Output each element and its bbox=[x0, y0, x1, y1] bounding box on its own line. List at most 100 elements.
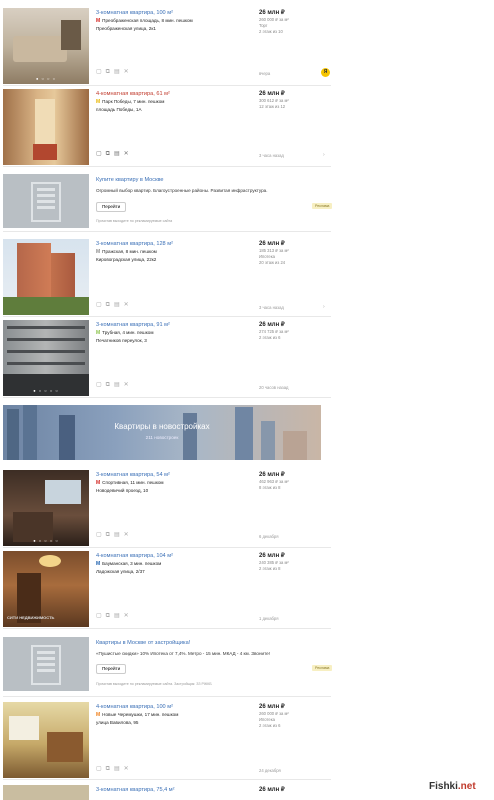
listing-price: 26 млн ₽ bbox=[259, 10, 285, 16]
listing-photo[interactable]: ● ○ ○ ○ bbox=[3, 8, 89, 84]
ad-description: Огромный выбор квартир. Благоустроенные … bbox=[96, 188, 268, 193]
listing-metro: Пражская, 8 мин. пешком bbox=[102, 249, 157, 254]
listing-card[interactable]: 3-комнатная квартира, 75,4 м² 26 млн ₽ bbox=[3, 783, 331, 800]
bookmark-icon[interactable]: ▢ bbox=[96, 613, 106, 619]
listing-address: Преображенская улица, 2к1 bbox=[96, 26, 156, 31]
hide-icon[interactable]: ✕ bbox=[124, 69, 133, 75]
listing-actions: ▢⧉▤✕ bbox=[96, 765, 156, 773]
ad-go-button[interactable]: Перейти bbox=[96, 202, 127, 212]
listing-card[interactable]: 4-комнатная квартира, 100 м² M Новые Чере… bbox=[3, 700, 331, 780]
compare-icon[interactable]: ⧉ bbox=[106, 532, 114, 538]
hide-icon[interactable]: ✕ bbox=[124, 382, 133, 388]
compare-icon[interactable]: ⧉ bbox=[106, 302, 114, 308]
ad-go-button[interactable]: Перейти bbox=[96, 664, 127, 674]
hide-icon[interactable]: ✕ bbox=[124, 532, 133, 538]
listing-card[interactable]: 4-комнатная квартира, 61 м² M Парк Победы… bbox=[3, 87, 331, 167]
listing-metro: Новые Черемушки, 17 мин. пешком bbox=[102, 712, 179, 717]
compare-icon[interactable]: ⧉ bbox=[106, 151, 114, 157]
listing-time: 3 часа назад bbox=[259, 153, 284, 158]
bookmark-icon[interactable]: ▢ bbox=[96, 382, 106, 388]
listing-floor: 2 этаж из 10 bbox=[259, 29, 283, 34]
compare-icon[interactable]: ⧉ bbox=[106, 69, 114, 75]
ad-block[interactable]: Квартиры в Москве от застройщика! «Пушис… bbox=[3, 635, 333, 697]
ad-title[interactable]: Квартиры в Москве от застройщика! bbox=[96, 639, 190, 647]
listing-title[interactable]: 3-комнатная квартира, 100 м² bbox=[96, 9, 246, 17]
listing-photo[interactable] bbox=[3, 702, 89, 778]
listing-card[interactable]: ● ○ ○ ○ ○ 3-комнатная квартира, 54 м² MС… bbox=[3, 468, 331, 548]
listing-title[interactable]: 4-комнатная квартира, 61 м² bbox=[96, 90, 246, 98]
listing-address: Новодевичий проезд, 10 bbox=[96, 488, 149, 493]
listing-card[interactable]: СИТИ НЕДВИЖИМОСТЬ 4-комнатная квартира, … bbox=[3, 549, 331, 629]
compare-icon[interactable]: ⧉ bbox=[106, 613, 114, 619]
listing-metro: Трубная, 4 мин. пешком bbox=[102, 330, 154, 335]
metro-icon: M bbox=[96, 18, 101, 24]
site-watermark: Fishki.net bbox=[429, 781, 476, 792]
listing-actions: ▢⧉▤✕ bbox=[96, 301, 156, 309]
listing-actions: ▢⧉▤✕ bbox=[96, 531, 156, 539]
note-icon[interactable]: ▤ bbox=[114, 613, 124, 619]
listing-metro: Парк Победы, 7 мин. пешком bbox=[102, 99, 165, 104]
hide-icon[interactable]: ✕ bbox=[124, 302, 133, 308]
new-buildings-banner[interactable]: Квартиры в новостройках 211 новостроек bbox=[3, 405, 321, 460]
note-icon[interactable]: ▤ bbox=[114, 302, 124, 308]
listing-address: площадь Победы, 1А bbox=[96, 107, 142, 112]
listing-title[interactable]: 3-комнатная квартира, 128 м² bbox=[96, 240, 246, 248]
yandex-badge-icon: Я bbox=[321, 68, 330, 77]
more-arrow-icon[interactable]: › bbox=[323, 152, 325, 158]
listing-card[interactable]: 3-комнатная квартира, 128 м² M Пражская, … bbox=[3, 237, 331, 317]
listing-card[interactable]: ● ○ ○ ○ 3-комнатная квартира, 100 м² M Пр… bbox=[3, 6, 331, 86]
listing-price: 26 млн ₽ bbox=[259, 704, 285, 710]
listing-actions: ▢⧉▤✕ bbox=[96, 381, 156, 389]
metro-icon: M bbox=[96, 561, 101, 567]
hide-icon[interactable]: ✕ bbox=[124, 151, 133, 157]
bookmark-icon[interactable]: ▢ bbox=[96, 151, 106, 157]
listing-photo[interactable]: СИТИ НЕДВИЖИМОСТЬ bbox=[3, 551, 89, 627]
compare-icon[interactable]: ⧉ bbox=[106, 766, 114, 772]
note-icon[interactable]: ▤ bbox=[114, 532, 124, 538]
listing-title[interactable]: 3-комнатная квартира, 54 м² bbox=[96, 471, 246, 479]
hide-icon[interactable]: ✕ bbox=[124, 766, 133, 772]
listing-floor: 2 этаж из 8 bbox=[259, 566, 281, 571]
listing-title[interactable]: 3-комнатная квартира, 75,4 м² bbox=[96, 786, 246, 794]
listing-card[interactable]: ● ○ ○ ○ ○ 3-комнатная квартира, 91 м² MТ… bbox=[3, 318, 331, 398]
listing-title[interactable]: 4-комнатная квартира, 104 м² bbox=[96, 552, 246, 560]
hide-icon[interactable]: ✕ bbox=[124, 613, 133, 619]
metro-icon: M bbox=[96, 712, 101, 718]
note-icon[interactable]: ▤ bbox=[114, 151, 124, 157]
listing-title[interactable]: 4-комнатная квартира, 100 м² bbox=[96, 703, 246, 711]
listing-actions: ▢⧉▤✕ bbox=[96, 68, 156, 76]
bookmark-icon[interactable]: ▢ bbox=[96, 69, 106, 75]
more-arrow-icon[interactable]: › bbox=[323, 304, 325, 310]
ad-image[interactable] bbox=[3, 174, 89, 228]
listing-photo[interactable]: ● ○ ○ ○ ○ bbox=[3, 320, 89, 396]
listing-metro: Преображенская площадь, 8 мин. пешком bbox=[102, 18, 193, 23]
ad-title[interactable]: Купите квартиру в Москве bbox=[96, 176, 164, 184]
metro-icon: M bbox=[96, 249, 101, 255]
bookmark-icon[interactable]: ▢ bbox=[96, 766, 106, 772]
listing-photo[interactable] bbox=[3, 239, 89, 315]
bookmark-icon[interactable]: ▢ bbox=[96, 532, 106, 538]
listing-floor: 2 этаж из 6 bbox=[259, 335, 281, 340]
listing-photo[interactable] bbox=[3, 785, 89, 800]
note-icon[interactable]: ▤ bbox=[114, 69, 124, 75]
listing-price: 26 млн ₽ bbox=[259, 787, 285, 793]
listing-address: Ладожская улица, 2/37 bbox=[96, 569, 145, 574]
listing-price: 26 млн ₽ bbox=[259, 322, 285, 328]
photo-dots[interactable]: ● ○ ○ ○ bbox=[3, 76, 89, 81]
metro-icon: M bbox=[96, 99, 101, 105]
listing-floor: 12 этаж из 12 bbox=[259, 104, 286, 109]
bookmark-icon[interactable]: ▢ bbox=[96, 302, 106, 308]
photo-dots[interactable]: ● ○ ○ ○ ○ bbox=[3, 538, 89, 543]
compare-icon[interactable]: ⧉ bbox=[106, 382, 114, 388]
listing-price: 26 млн ₽ bbox=[259, 91, 285, 97]
note-icon[interactable]: ▤ bbox=[114, 382, 124, 388]
photo-dots[interactable]: ● ○ ○ ○ ○ bbox=[3, 388, 89, 393]
listing-title[interactable]: 3-комнатная квартира, 91 м² bbox=[96, 321, 246, 329]
listing-address: Кировоградская улица, 22к2 bbox=[96, 257, 157, 262]
listing-photo[interactable]: ● ○ ○ ○ ○ bbox=[3, 470, 89, 546]
listing-photo[interactable] bbox=[3, 89, 89, 165]
listing-time: 3 часа назад bbox=[259, 305, 284, 310]
note-icon[interactable]: ▤ bbox=[114, 766, 124, 772]
ad-block[interactable]: Купите квартиру в Москве Огромный выбор … bbox=[3, 172, 333, 232]
ad-image[interactable] bbox=[3, 637, 89, 691]
